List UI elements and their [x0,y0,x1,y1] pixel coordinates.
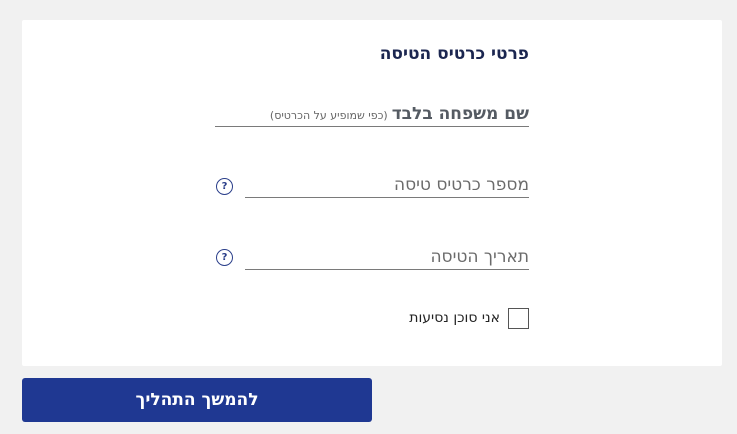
continue-button[interactable]: להמשך התהליך [22,378,372,422]
ticket-number-field[interactable] [245,175,529,198]
flight-ticket-card: פרטי כרטיס הטיסה שם משפחה בלבד(כפי שמופי… [22,20,722,366]
travel-agent-checkbox[interactable] [508,307,529,329]
travel-agent-option[interactable]: אני סוכן נסיעות [409,307,529,329]
flight-date-field[interactable] [245,247,529,270]
ticket-number-input[interactable] [245,175,529,197]
last-name-field[interactable]: שם משפחה בלבד(כפי שמופיע על הכרטיס) [215,104,529,127]
last-name-label: שם משפחה בלבד [391,104,529,124]
flight-date-help-icon[interactable]: ? [216,249,233,266]
form-title: פרטי כרטיס הטיסה [379,44,529,64]
last-name-hint: (כפי שמופיע על הכרטיס) [269,109,388,122]
flight-date-input[interactable] [245,247,529,269]
ticket-number-help-icon[interactable]: ? [216,178,233,195]
travel-agent-label: אני סוכן נסיעות [409,310,500,326]
